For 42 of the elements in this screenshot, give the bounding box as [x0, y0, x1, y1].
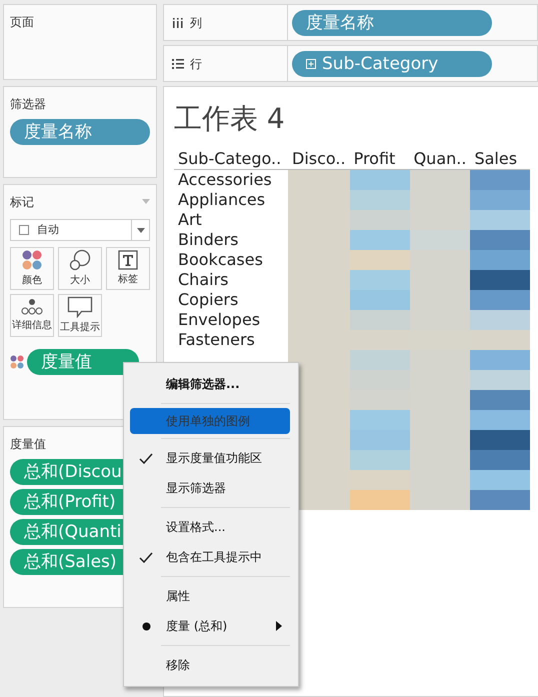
marks-button[interactable]: 工具提示	[58, 294, 102, 337]
row-header: Chairs	[174, 270, 288, 290]
row-header: Bookcases	[174, 250, 288, 270]
shelf-label: 行	[190, 56, 202, 72]
square-icon	[19, 225, 29, 235]
column-header: Sub-Catego..	[174, 149, 288, 170]
panel-title: 度量值	[10, 436, 46, 453]
row-header: Appliances	[174, 190, 288, 210]
menu-item[interactable]: 移除	[130, 650, 290, 680]
row-header: Fasteners	[174, 330, 288, 350]
marks-button[interactable]: 颜色	[10, 247, 54, 290]
color-dots-icon	[10, 355, 24, 369]
dropdown-icon	[142, 199, 150, 204]
marks-button[interactable]: 大小	[58, 247, 102, 290]
panel-title: 标记	[10, 194, 34, 211]
worksheet-title: 工作表 4	[174, 101, 286, 137]
row-header: Binders	[174, 230, 288, 250]
column-header: Disco..	[288, 149, 350, 170]
row-header: Art	[174, 210, 288, 230]
circles-icon	[69, 249, 91, 271]
dots-icon	[21, 298, 43, 316]
panel-title: 筛选器	[10, 96, 46, 113]
speech-bubble-icon	[67, 296, 93, 318]
mark-type-dropdown[interactable]: 自动	[10, 219, 150, 241]
color-dots-icon	[21, 249, 43, 271]
column-header: Sales	[470, 149, 530, 170]
marks-button[interactable]: 标签	[106, 247, 150, 290]
panel-title: 页面	[10, 14, 34, 31]
shelf-label: 列	[190, 14, 202, 32]
menu-item[interactable]: 度量 (总和)	[130, 611, 290, 641]
text-box-icon	[118, 250, 138, 270]
rows-icon	[172, 58, 184, 68]
marks-button[interactable]: 详细信息	[10, 294, 54, 337]
row-header: Envelopes	[174, 310, 288, 330]
columns-icon	[172, 18, 184, 28]
row-header: Accessories	[174, 170, 288, 190]
menu-item[interactable]: 属性	[130, 581, 290, 611]
row-header: Copiers	[174, 290, 288, 310]
expand-icon	[306, 58, 316, 68]
caret-icon	[136, 228, 144, 232]
column-header: Quan..	[410, 149, 470, 170]
column-header: Profit	[350, 149, 410, 170]
